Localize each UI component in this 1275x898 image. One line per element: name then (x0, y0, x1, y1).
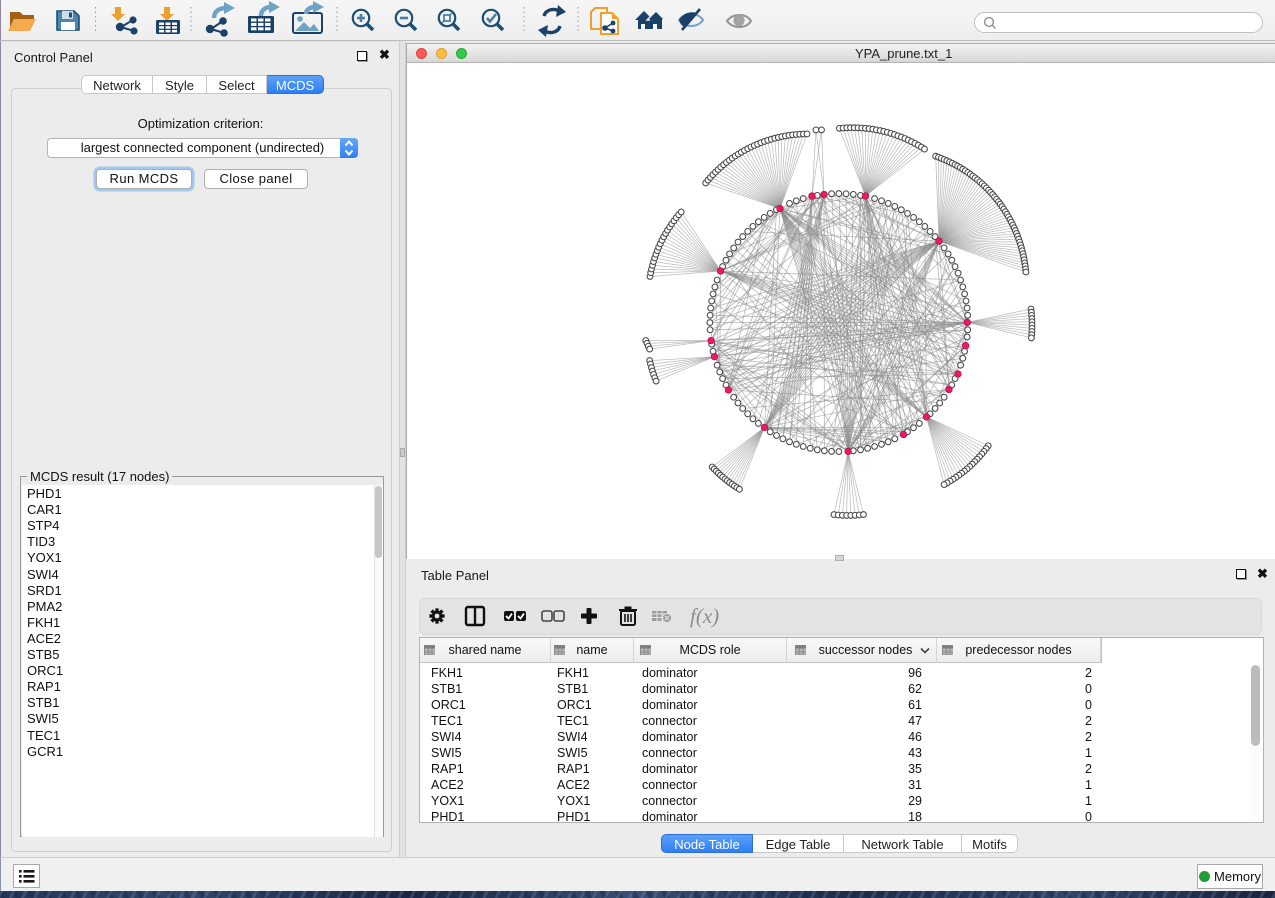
svg-text:f(x): f(x) (690, 604, 719, 628)
